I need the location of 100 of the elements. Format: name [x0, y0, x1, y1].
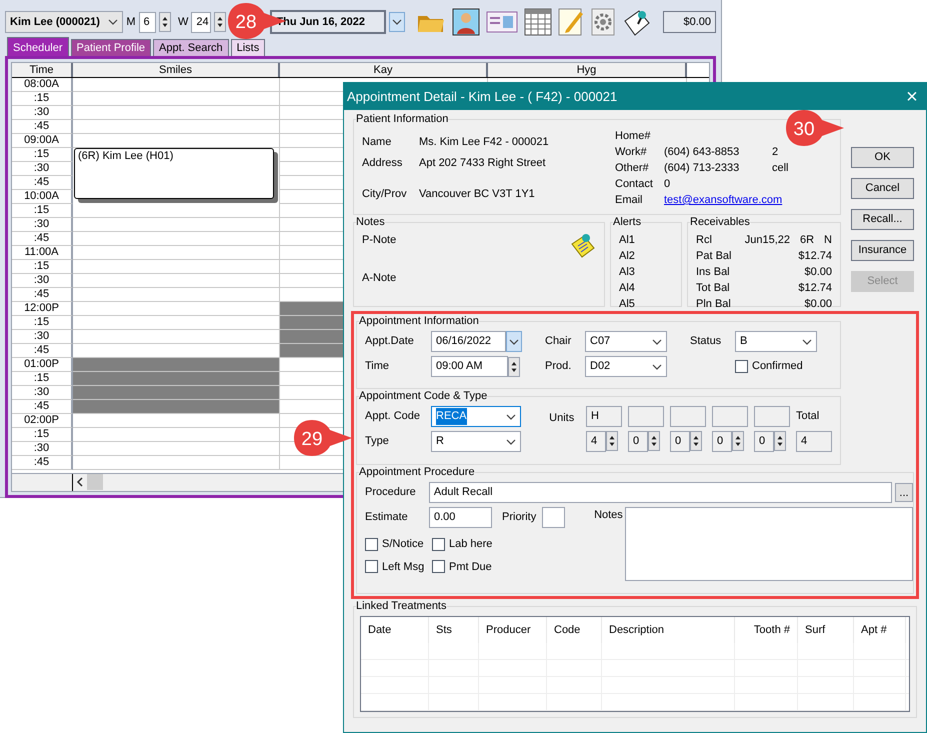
dialog-button[interactable]: Recall...: [851, 209, 914, 230]
callout-badge: 30: [784, 108, 846, 148]
tab[interactable]: Scheduler: [7, 37, 69, 56]
column-header: Description: [602, 617, 735, 643]
alert-label: Al1: [619, 233, 636, 248]
checkbox-label: Lab here: [449, 537, 492, 552]
unit-field[interactable]: 4: [586, 431, 606, 452]
column-header: Time: [12, 63, 73, 77]
field-value: 2: [772, 145, 778, 160]
field-value: Ms. Kim Lee F42 - 000021: [419, 135, 549, 150]
dialog-button[interactable]: Cancel: [851, 178, 914, 199]
tab[interactable]: Lists: [230, 39, 266, 56]
field-label: Contact: [615, 177, 654, 192]
field-label: P-Note: [362, 233, 396, 248]
field-value: Vancouver BC V3T 1Y1: [419, 187, 535, 202]
field-value: 0: [664, 177, 672, 192]
input-field[interactable]: 09:00 AM: [431, 356, 508, 377]
field-label: Total: [796, 409, 820, 424]
field-value: N: [824, 233, 832, 248]
dropdown-value: C07: [590, 334, 610, 350]
group-title: Appointment Procedure: [359, 465, 475, 479]
window-title: Appointment Detail - Kim Lee - ( F42) - 000021: [347, 88, 618, 106]
time-label: :45: [12, 176, 73, 190]
dropdown-value: RECA: [436, 408, 467, 425]
unit-field[interactable]: 0: [754, 431, 774, 452]
field-value: 6R: [800, 233, 814, 248]
dialog-button[interactable]: Insurance: [851, 240, 914, 261]
input-field[interactable]: 6: [138, 12, 156, 32]
alert-label: Al2: [619, 249, 636, 264]
balance-field: $0.00: [663, 11, 716, 33]
alert-label: Al3: [619, 265, 636, 280]
patient-dropdown[interactable]: Kim Lee (000021): [5, 11, 124, 33]
field-label: Tot Bal: [696, 281, 730, 296]
email-link[interactable]: test@exansoftware.com: [664, 193, 782, 209]
column-header: Date: [361, 617, 429, 643]
unit-field[interactable]: 0: [712, 431, 732, 452]
dialog-button[interactable]: OK: [851, 147, 914, 168]
dropdown[interactable]: D02: [585, 356, 667, 377]
field-label: Estimate: [365, 510, 409, 526]
tab[interactable]: Appt. Search: [153, 39, 229, 56]
column-header: Kay: [280, 63, 488, 77]
unit-field[interactable]: 0: [628, 431, 648, 452]
field-label: City/Prov: [362, 187, 408, 202]
field-value: $12.74: [798, 249, 832, 264]
checkbox-label: Confirmed: [752, 359, 803, 374]
dropdown-value: D02: [590, 359, 610, 374]
time-label: 10:00A: [12, 190, 73, 204]
browse-button[interactable]: ...: [895, 483, 913, 502]
field-value: cell: [772, 161, 789, 176]
dropdown[interactable]: C07: [585, 331, 667, 352]
field-value: $0.00: [804, 297, 832, 312]
close-button[interactable]: ×: [901, 86, 923, 106]
input-field[interactable]: Adult Recall: [428, 482, 892, 503]
column-header: Surf: [798, 617, 854, 643]
dropdown[interactable]: RECA: [431, 406, 521, 427]
callout-badge: 29: [292, 418, 354, 458]
alert-label: Al4: [619, 281, 636, 296]
column-header: Sts: [429, 617, 479, 643]
field-label: Ins Bal: [696, 265, 730, 280]
unit-field[interactable]: 4: [796, 430, 832, 452]
column-header: Tooth #: [735, 617, 798, 643]
field-label: Rcl: [696, 233, 712, 248]
field-label: Procedure: [365, 485, 417, 500]
field-label: A-Note: [362, 270, 396, 286]
field-value: $0.00: [804, 265, 832, 280]
field-label: Priority: [502, 510, 538, 526]
column-header: Apt #: [854, 617, 906, 643]
time-label: :30: [12, 162, 73, 176]
field-label: M: [126, 14, 136, 30]
input-field[interactable]: 24: [191, 12, 212, 32]
field-label: Prod.: [545, 359, 572, 374]
input-field[interactable]: 06/16/2022: [431, 331, 506, 352]
column-header: Hyg: [488, 63, 687, 77]
dropdown[interactable]: R: [431, 431, 521, 452]
field-label: Work#: [615, 145, 648, 160]
checkbox-label: Pmt Due: [449, 560, 492, 574]
field-value: (604) 643-8853: [664, 145, 740, 160]
field-label: Address: [362, 156, 404, 171]
unit-field[interactable]: 0: [670, 431, 690, 452]
field-value: (604) 713-2333: [664, 161, 740, 176]
field-label: Status: [690, 334, 722, 350]
column-header: Producer: [479, 617, 547, 643]
field-label: Name: [362, 135, 392, 150]
field-label: W: [178, 14, 188, 30]
group-title: Appointment Code & Type: [359, 389, 488, 403]
field-label: Pln Bal: [696, 297, 731, 312]
input-field[interactable]: 0.00: [429, 507, 492, 528]
field-label: Home#: [615, 129, 652, 144]
checkbox-label: S/Notice: [382, 537, 424, 552]
unit-field[interactable]: H: [586, 406, 622, 427]
field-label: Email: [615, 193, 644, 208]
field-label: Time: [365, 359, 390, 374]
field-label: Chair: [545, 334, 572, 350]
tab[interactable]: Patient Profile: [70, 39, 152, 56]
field-value: $12.74: [798, 281, 832, 296]
field-value: Apt 202 7433 Right Street: [419, 156, 546, 171]
field-label: Appt. Code: [365, 409, 422, 424]
field-label: Other#: [615, 161, 650, 176]
column-header: Code: [547, 617, 602, 643]
dropdown[interactable]: B: [735, 331, 817, 352]
